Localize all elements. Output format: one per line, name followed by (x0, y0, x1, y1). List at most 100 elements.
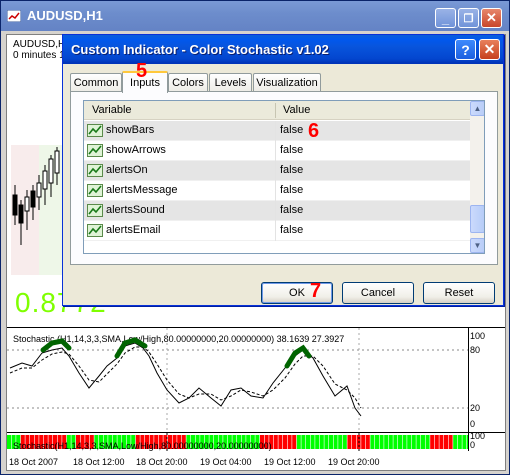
reset-label: Reset (444, 287, 474, 299)
ok-button[interactable]: OK (261, 282, 333, 304)
color-bar (310, 435, 315, 449)
minimize-button[interactable]: _ (435, 8, 456, 28)
color-bar (283, 435, 287, 449)
color-bar (467, 435, 468, 449)
row-separator (275, 161, 276, 181)
row-variable: showBars (106, 124, 155, 136)
color-bar (278, 435, 283, 449)
row-separator (275, 141, 276, 161)
row-value[interactable]: false (280, 184, 303, 196)
color-bar (375, 435, 379, 449)
table-row[interactable]: showBars false (84, 121, 470, 141)
color-bar (365, 435, 370, 449)
annotation-7: 7 (310, 280, 322, 302)
restore-icon: ❐ (463, 12, 474, 25)
parameter-icon (87, 184, 103, 197)
color-bar (324, 435, 329, 449)
row-separator (275, 121, 276, 141)
color-bar (352, 435, 356, 449)
dialog-titlebar[interactable]: Custom Indicator - Color Stochastic v1.0… (63, 35, 503, 64)
color-bar (333, 435, 338, 449)
color-bar (402, 435, 407, 449)
row-value[interactable]: false (280, 124, 303, 136)
color-bar (338, 435, 343, 449)
row-value[interactable]: false (280, 144, 303, 156)
table-row[interactable]: alertsSound false (84, 201, 470, 221)
inputs-grid[interactable]: Variable Value showBars false showArrows fa… (83, 100, 485, 254)
table-row[interactable]: alertsMessage false (84, 181, 470, 201)
color-bar (319, 435, 324, 449)
cancel-label: Cancel (360, 287, 396, 299)
reset-button[interactable]: Reset (423, 282, 495, 304)
tab-label: Visualization (256, 77, 318, 89)
dialog-title: Custom Indicator - Color Stochastic v1.0… (71, 42, 329, 57)
tab-label: Common (73, 77, 119, 89)
scroll-down-button[interactable]: ▼ (470, 238, 484, 253)
color-bar (379, 435, 384, 449)
color-bar (448, 435, 453, 449)
scroll-thumb[interactable] (470, 205, 484, 233)
row-variable: alertsMessage (106, 184, 178, 196)
color-bar (444, 435, 448, 449)
ok-label: OK (289, 287, 305, 299)
color-bar (7, 435, 11, 449)
time-axis-label: 18 Oct 2007 (9, 457, 59, 467)
restore-button[interactable]: ❐ (458, 8, 479, 28)
parameter-icon (87, 224, 103, 237)
stoch-axis-label: 0 (470, 419, 476, 429)
tab-colors[interactable]: Colors (168, 73, 208, 92)
grid-scrollbar[interactable]: ▲ ▼ (470, 101, 484, 253)
dialog-close-button[interactable]: ✕ (479, 39, 500, 60)
color-bar (398, 435, 402, 449)
color-bar (462, 435, 467, 449)
minimize-icon: _ (441, 10, 450, 26)
scroll-up-button[interactable]: ▲ (470, 101, 484, 116)
chart-close-button[interactable]: ✕ (481, 8, 502, 28)
table-row[interactable]: alertsEmail false (84, 221, 470, 241)
chart-window-title: AUDUSD,H1 (27, 8, 103, 23)
row-value[interactable]: false (280, 164, 303, 176)
stoch-axis-label: 100 (470, 331, 486, 341)
parameter-icon (87, 124, 103, 137)
color-bar (393, 435, 398, 449)
color-bar (453, 435, 458, 449)
color-bar (430, 435, 435, 449)
color-bar (361, 435, 366, 449)
row-value[interactable]: false (280, 204, 303, 216)
annotation-5: 5 (136, 60, 148, 82)
price-candles (11, 145, 63, 275)
time-axis-label: 19 Oct 20:00 (328, 457, 380, 467)
time-axis-label: 19 Oct 12:00 (264, 457, 316, 467)
header-variable[interactable]: Variable (92, 104, 132, 116)
header-value[interactable]: Value (283, 104, 310, 116)
help-button[interactable]: ? (455, 39, 476, 60)
chart-titlebar[interactable]: AUDUSD,H1 _ ❐ ✕ (1, 1, 509, 31)
table-row[interactable]: showArrows false (84, 141, 470, 161)
close-icon: ✕ (486, 10, 497, 25)
stoch-axis-label: 20 (470, 403, 481, 413)
color-bar (306, 435, 310, 449)
row-value[interactable]: false (280, 224, 303, 236)
row-separator (275, 221, 276, 241)
help-icon: ? (461, 41, 470, 58)
tab-common[interactable]: Common (70, 73, 122, 92)
time-axis-label: 18 Oct 20:00 (136, 457, 188, 467)
row-variable: alertsSound (106, 204, 165, 216)
inputs-tab-panel: Variable Value showBars false showArrows fa… (70, 91, 498, 265)
color-bar (411, 435, 416, 449)
color-bar (329, 435, 333, 449)
bars-axis-label: 0 (470, 440, 476, 450)
tab-visualization[interactable]: Visualization (253, 73, 321, 92)
color-bar (370, 435, 375, 449)
tab-label: Colors (172, 77, 204, 89)
table-row[interactable]: alertsOn false (84, 161, 470, 181)
row-separator (275, 201, 276, 221)
color-bar (301, 435, 306, 449)
tab-levels[interactable]: Levels (209, 73, 252, 92)
cancel-button[interactable]: Cancel (342, 282, 414, 304)
parameter-icon (87, 144, 103, 157)
row-variable: showArrows (106, 144, 166, 156)
header-separator[interactable] (275, 103, 276, 118)
color-bar (296, 435, 301, 449)
color-bar (384, 435, 389, 449)
